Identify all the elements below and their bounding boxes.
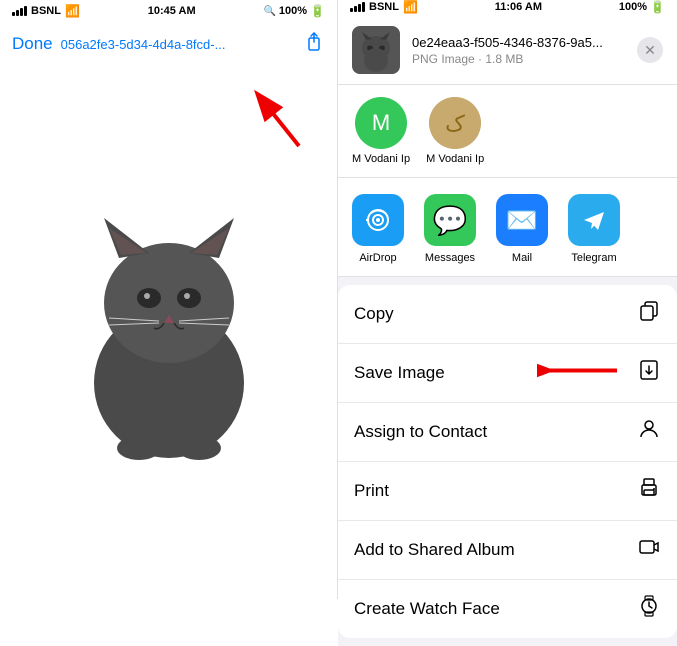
airdrop-label: AirDrop	[359, 252, 396, 264]
left-panel: BSNL 📶 10:45 AM 🔍 100% 🔋 Done 056a2fe3-5…	[0, 0, 338, 599]
contact-initial-1: M	[372, 110, 390, 136]
signal-bars	[12, 6, 27, 16]
assign-contact-label: Assign to Contact	[354, 422, 487, 442]
left-nav-bar: Done 056a2fe3-5d34-4d4a-8fcd-...	[0, 22, 337, 66]
shared-album-label: Add to Shared Album	[354, 540, 515, 560]
file-title: 0e24eaa3-f505-4346-8376-9a5...	[412, 35, 625, 50]
left-battery-icon: 🔋	[310, 4, 325, 18]
mail-icon: ✉️	[496, 194, 548, 246]
right-signal-bars	[350, 2, 365, 12]
contact-avatar-2: ک	[429, 97, 481, 149]
share-button[interactable]	[303, 30, 325, 58]
signal-bar-1	[12, 12, 15, 16]
left-battery-pct: 100%	[279, 5, 307, 17]
action-print[interactable]: Print	[338, 462, 677, 521]
file-subtitle: PNG Image · 1.8 MB	[412, 52, 625, 66]
file-thumbnail	[352, 26, 400, 74]
print-icon	[637, 476, 661, 506]
file-info: 0e24eaa3-f505-4346-8376-9a5... PNG Image…	[412, 35, 625, 66]
telegram-label: Telegram	[571, 252, 616, 264]
contact-name-1: M Vodani Ip	[352, 153, 410, 165]
left-battery-area: 🔍 100% 🔋	[263, 4, 325, 18]
action-copy[interactable]: Copy	[338, 285, 677, 344]
messages-icon: 💬	[424, 194, 476, 246]
right-time: 11:06 AM	[495, 1, 542, 13]
action-watch-face[interactable]: Create Watch Face	[338, 580, 677, 638]
done-button[interactable]: Done	[12, 34, 53, 54]
action-list: Copy Save Image	[338, 285, 677, 646]
watch-face-label: Create Watch Face	[354, 599, 500, 619]
contacts-row: M M Vodani Ip ک M Vodani Ip	[338, 85, 677, 178]
close-button[interactable]: ✕	[637, 37, 663, 63]
left-status-left: BSNL 📶	[12, 4, 80, 18]
share-header: 0e24eaa3-f505-4346-8376-9a5... PNG Image…	[338, 14, 677, 85]
right-carrier: BSNL	[369, 1, 399, 13]
telegram-icon	[568, 194, 620, 246]
left-wifi-icon: 📶	[65, 4, 80, 18]
app-item-mail[interactable]: ✉️ Mail	[496, 194, 548, 264]
print-label: Print	[354, 481, 389, 501]
save-arrow-annotation	[537, 351, 627, 396]
mail-label: Mail	[512, 252, 532, 264]
contact-name-2: M Vodani Ip	[426, 153, 484, 165]
signal-bar-3	[20, 8, 23, 16]
left-time: 10:45 AM	[148, 5, 196, 17]
action-section-1: Copy Save Image	[338, 285, 677, 638]
right-wifi-icon: 📶	[403, 0, 418, 14]
apps-row: AirDrop 💬 Messages ✉️ Mail Telegram	[338, 178, 677, 277]
right-battery-icon: 🔋	[650, 0, 665, 14]
save-image-icon	[637, 358, 661, 388]
share-sheet: 0e24eaa3-f505-4346-8376-9a5... PNG Image…	[338, 14, 677, 646]
airdrop-icon	[352, 194, 404, 246]
left-file-name: 056a2fe3-5d34-4d4a-8fcd-...	[61, 37, 303, 52]
assign-contact-icon	[637, 417, 661, 447]
signal-bar-2	[16, 10, 19, 16]
app-item-airdrop[interactable]: AirDrop	[352, 194, 404, 264]
app-item-telegram[interactable]: Telegram	[568, 194, 620, 264]
signal-bar-4	[24, 6, 27, 16]
right-battery-area: 100% 🔋	[619, 0, 665, 14]
copy-icon	[637, 299, 661, 329]
contact-item-1[interactable]: M M Vodani Ip	[352, 97, 410, 165]
cat-image-area	[0, 66, 337, 599]
right-battery-pct: 100%	[619, 1, 647, 13]
action-shared-album[interactable]: Add to Shared Album	[338, 521, 677, 580]
arrow-annotation	[239, 76, 319, 161]
shared-album-icon	[637, 535, 661, 565]
contact-item-2[interactable]: ک M Vodani Ip	[426, 97, 484, 165]
contact-avatar-1: M	[355, 97, 407, 149]
right-signal-bar-1	[350, 8, 353, 12]
action-save-image[interactable]: Save Image	[338, 344, 677, 403]
action-assign-contact[interactable]: Assign to Contact	[338, 403, 677, 462]
left-status-bar: BSNL 📶 10:45 AM 🔍 100% 🔋	[0, 0, 337, 22]
left-carrier: BSNL	[31, 5, 61, 17]
right-panel: BSNL 📶 11:06 AM 100% 🔋	[338, 0, 677, 599]
right-status-left: BSNL 📶	[350, 0, 418, 14]
right-signal-bar-4	[362, 2, 365, 12]
right-signal-bar-3	[358, 4, 361, 12]
right-status-bar: BSNL 📶 11:06 AM 100% 🔋	[338, 0, 677, 14]
right-signal-bar-2	[354, 6, 357, 12]
cat-image	[59, 193, 279, 473]
save-image-label: Save Image	[354, 363, 445, 383]
left-location-icon: 🔍	[263, 6, 275, 17]
svg-text:ک: ک	[445, 111, 465, 136]
copy-label: Copy	[354, 304, 394, 324]
messages-label: Messages	[425, 252, 475, 264]
app-item-messages[interactable]: 💬 Messages	[424, 194, 476, 264]
